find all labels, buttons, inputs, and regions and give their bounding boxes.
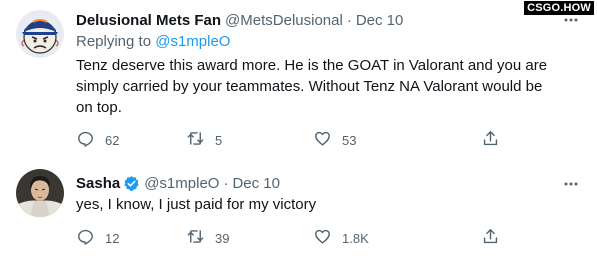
retweet-count: 5	[215, 132, 223, 148]
reply-count: 12	[105, 230, 120, 246]
retweet-count: 39	[215, 230, 230, 246]
retweet-button[interactable]: 39	[186, 228, 229, 248]
share-button[interactable]	[481, 228, 500, 248]
share-icon	[481, 227, 500, 249]
more-icon[interactable]	[561, 174, 581, 194]
replying-label: Replying to	[76, 33, 152, 50]
tweet-header: Sasha @s1mpleO · Dec 10	[76, 173, 280, 193]
share-button[interactable]	[481, 130, 500, 150]
user-handle[interactable]: @s1mpleO	[144, 175, 219, 192]
like-button[interactable]: 53	[313, 130, 356, 150]
like-icon	[313, 227, 332, 249]
user-handle[interactable]: @MetsDelusional	[225, 12, 343, 29]
watermark: CSGO.HOW	[524, 1, 594, 15]
like-count: 1.8K	[342, 230, 369, 246]
tweet[interactable]: Sasha @s1mpleO · Dec 10 yes, I know, I j…	[0, 158, 597, 263]
tweet-header: Delusional Mets Fan @MetsDelusional · De…	[76, 10, 403, 30]
reply-count: 62	[105, 132, 120, 148]
reply-button[interactable]: 62	[76, 130, 119, 150]
verified-icon	[123, 175, 140, 192]
tweet-actions: 62 5 53	[76, 130, 506, 150]
tweet-text: Tenz deserve this award more. He is the …	[76, 57, 548, 116]
reply-icon	[76, 227, 95, 249]
display-name[interactable]: Sasha	[76, 175, 120, 192]
display-name[interactable]: Delusional Mets Fan	[76, 12, 221, 29]
separator: ·	[223, 174, 229, 192]
tweet[interactable]: Delusional Mets Fan @MetsDelusional · De…	[0, 0, 597, 158]
reply-button[interactable]: 12	[76, 228, 119, 248]
retweet-icon	[186, 129, 205, 151]
retweet-button[interactable]: 5	[186, 130, 222, 150]
avatar[interactable]	[16, 10, 64, 58]
like-count: 53	[342, 132, 357, 148]
like-button[interactable]: 1.8K	[313, 228, 369, 248]
retweet-icon	[186, 227, 205, 249]
tweet-actions: 12 39 1.8K	[76, 228, 506, 248]
replying-to: Replying to @s1mpleO	[76, 33, 230, 50]
timestamp[interactable]: Dec 10	[232, 175, 280, 192]
mention-link[interactable]: @s1mpleO	[155, 33, 230, 50]
share-icon	[481, 129, 500, 151]
like-icon	[313, 129, 332, 151]
avatar[interactable]	[16, 169, 64, 217]
timestamp[interactable]: Dec 10	[356, 12, 404, 29]
reply-icon	[76, 129, 95, 151]
separator: ·	[346, 11, 352, 29]
tweet-text: yes, I know, I just paid for my victory	[76, 196, 317, 213]
